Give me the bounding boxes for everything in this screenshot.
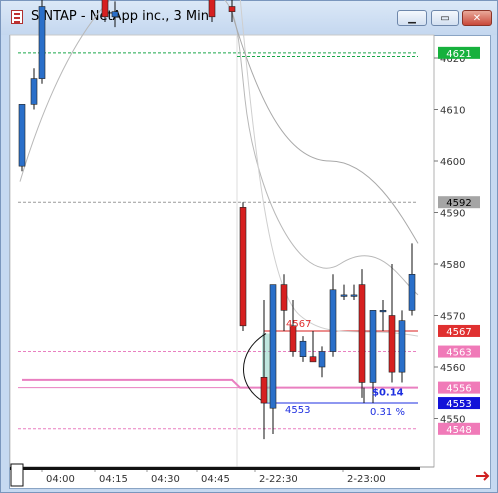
price-label-text: 4548 (446, 425, 471, 436)
candle-body (228, 6, 236, 12)
y-tick-label: 4570 (440, 312, 465, 323)
candle-body (101, 0, 109, 18)
candle-body (369, 310, 377, 383)
y-tick-label: 4590 (440, 209, 465, 220)
candle-body (299, 340, 307, 357)
x-tick-label: 04:00 (46, 474, 75, 485)
price-label-text: 4553 (446, 399, 471, 410)
candle-body (269, 284, 277, 409)
y-tick-label: 4600 (440, 157, 465, 168)
price-chart[interactable]: 4550456045704580459046004610462046214592… (0, 0, 498, 493)
candle-body (18, 104, 26, 167)
x-tick-label: 04:45 (201, 474, 230, 485)
x-tick-label: 2-23:00 (347, 474, 386, 485)
candle-body (379, 310, 387, 313)
scroll-handle (10, 463, 24, 487)
candle-body (340, 294, 348, 297)
x-tick-label: 04:30 (151, 474, 180, 485)
plot-frame (9, 34, 435, 468)
price-label-text: 4621 (446, 49, 471, 60)
candle-body (329, 289, 337, 352)
candle-body (30, 78, 38, 105)
time-band (10, 467, 420, 470)
candle-body (318, 351, 326, 368)
candle-body (260, 376, 268, 404)
candle-body (111, 11, 119, 18)
candle-body (208, 0, 216, 18)
candle-body (280, 284, 288, 311)
price-label-text: 4567 (446, 327, 471, 338)
candle-body (388, 315, 396, 373)
candle-body (38, 6, 46, 79)
candle-body (239, 207, 247, 327)
price-label-text: 4556 (446, 384, 471, 395)
annotation-blue-price: 4553 (285, 405, 310, 416)
annotation-red-price: 4567 (286, 319, 311, 330)
candle-body (358, 284, 366, 383)
price-label-text: 4563 (446, 348, 471, 359)
x-tick-label: 04:15 (99, 474, 128, 485)
y-tick-label: 4610 (440, 106, 465, 117)
annotation-percent-change: 0.31 % (370, 407, 405, 418)
annotation-dollar-change: $0.14 (372, 388, 404, 399)
candle-body (350, 294, 358, 297)
y-tick-label: 4560 (440, 363, 465, 374)
candle-body (408, 273, 416, 311)
candle-body (309, 356, 317, 363)
scroll-right-arrow-icon (476, 471, 490, 481)
x-tick-label: 2-22:30 (259, 474, 298, 485)
candle-body (398, 320, 406, 373)
price-label-text: 4592 (446, 198, 471, 209)
y-tick-label: 4580 (440, 260, 465, 271)
